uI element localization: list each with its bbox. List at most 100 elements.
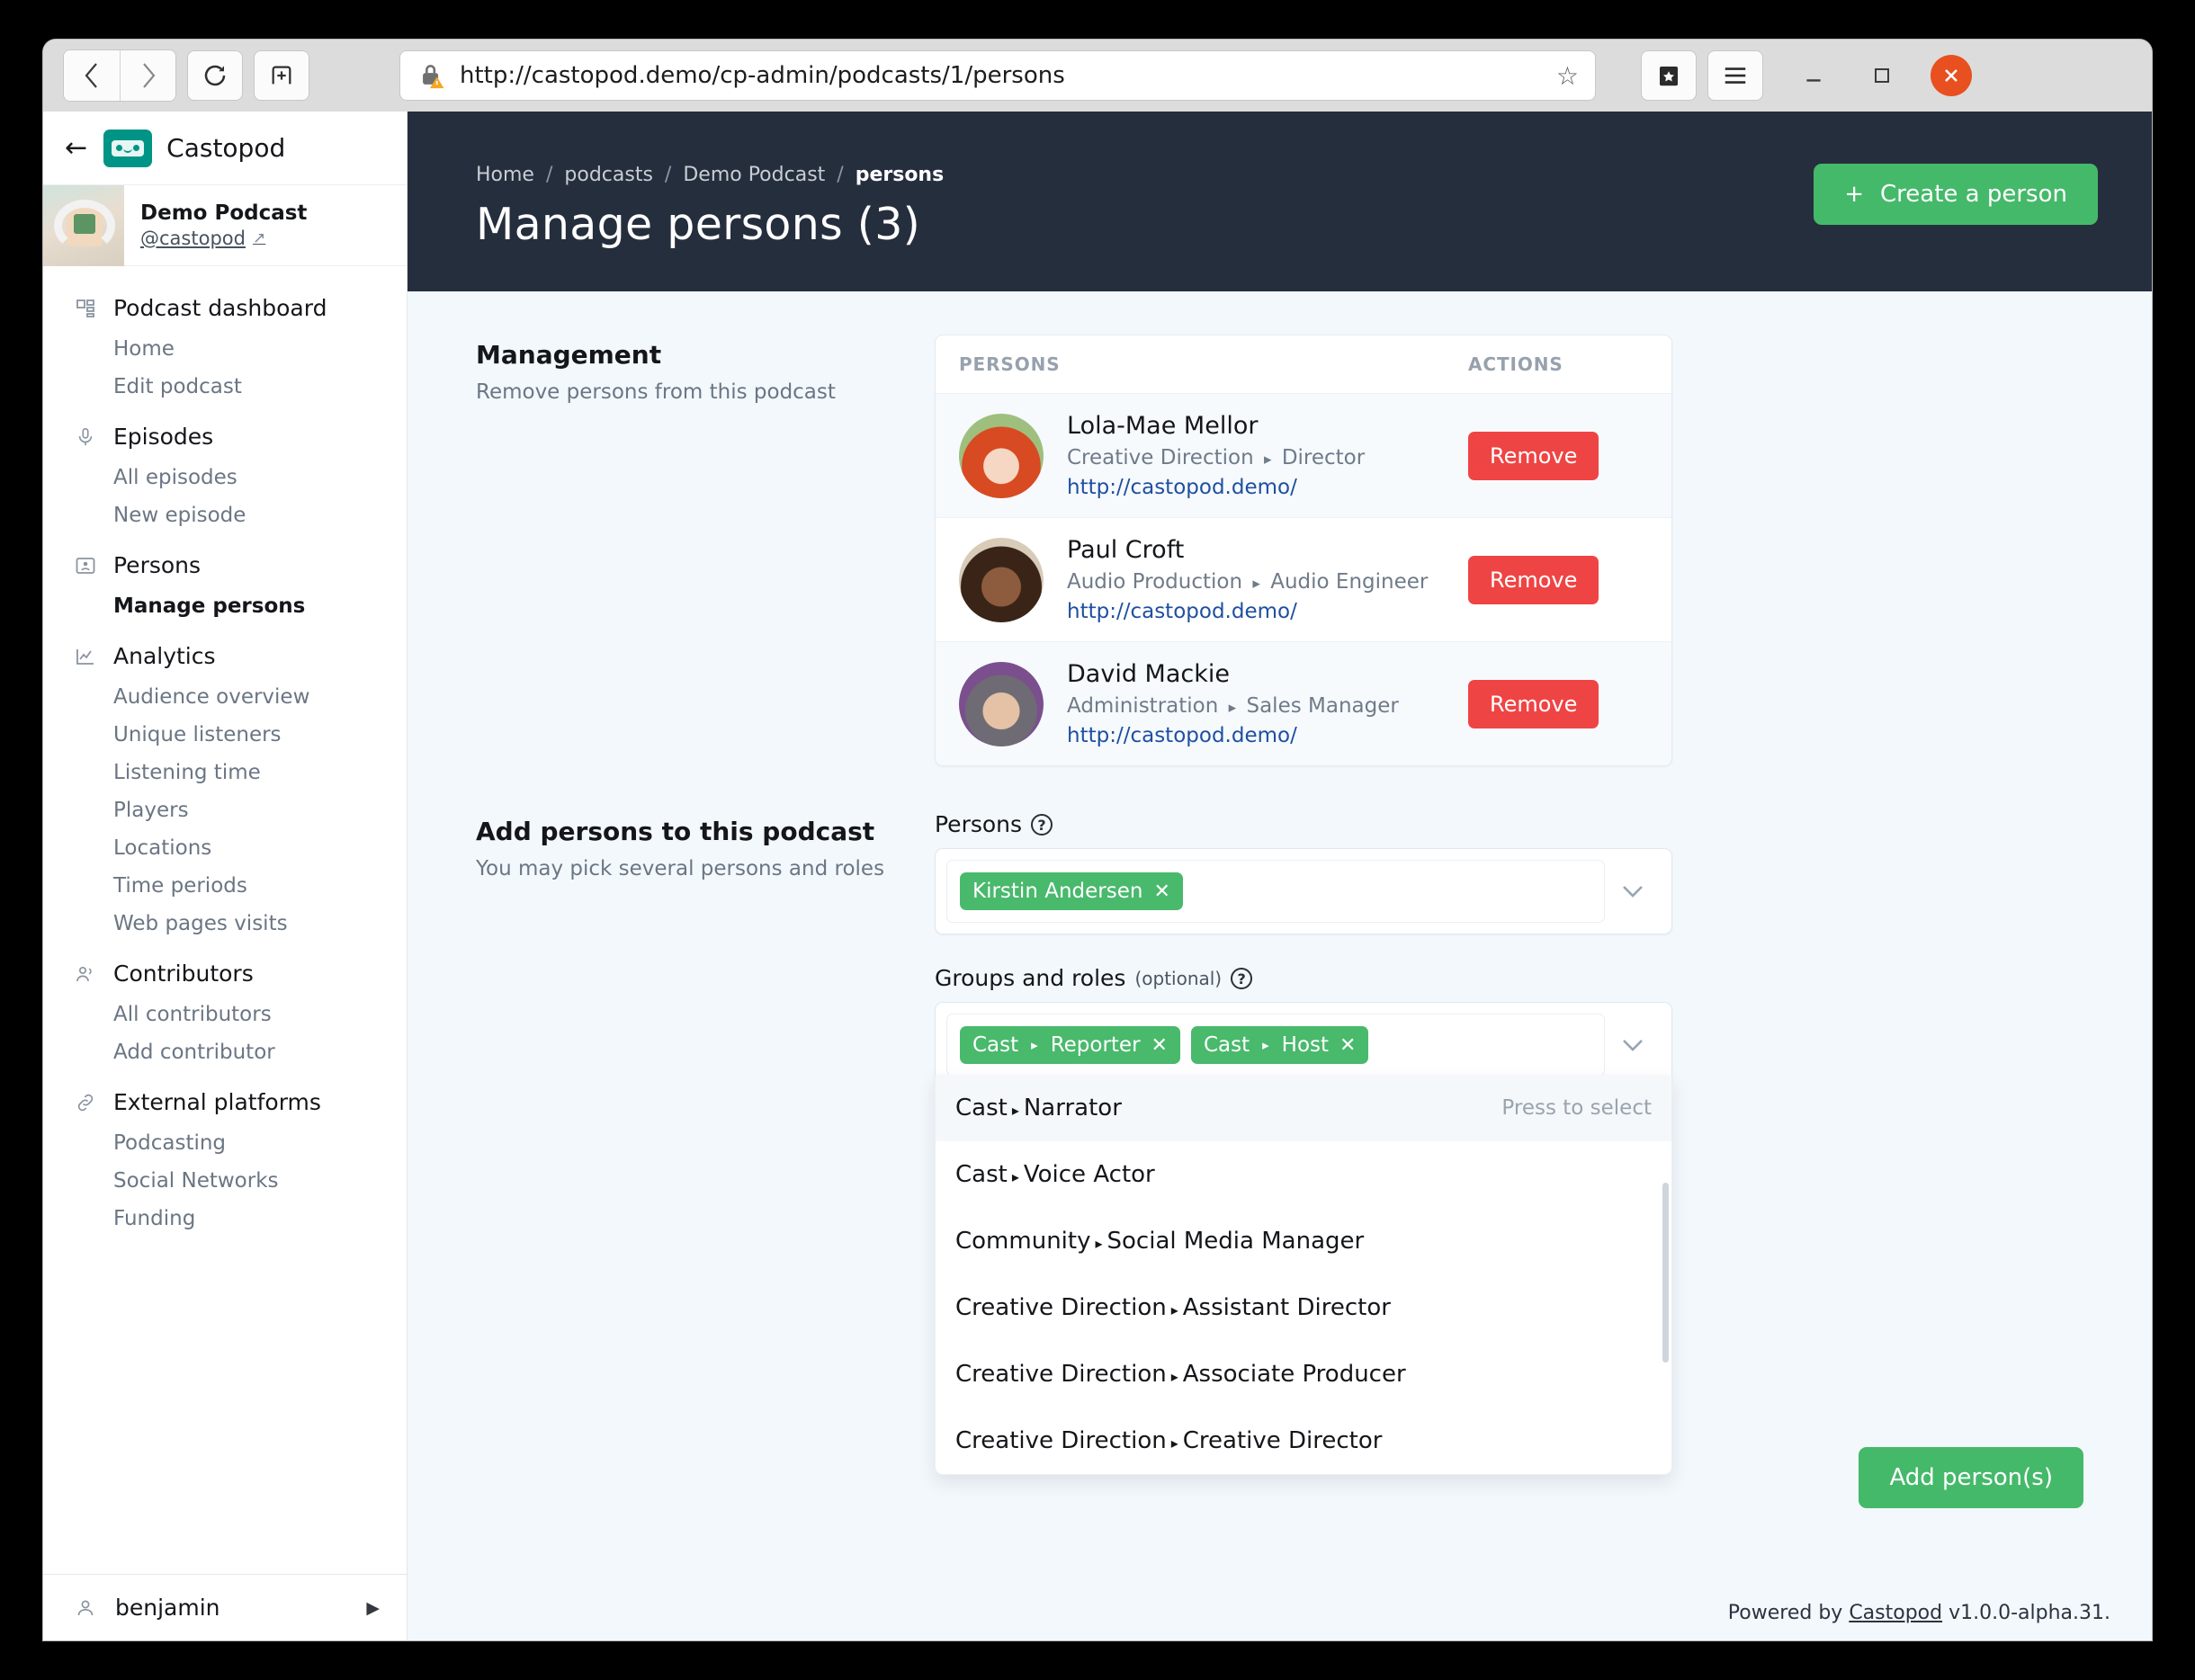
sidebar-subitem-edit-podcast[interactable]: Edit podcast <box>43 368 407 406</box>
sidebar-item-contributors[interactable]: Contributors <box>43 952 407 996</box>
footer-castopod-link[interactable]: Castopod <box>1849 1602 1942 1624</box>
groups-roles-chip-area[interactable]: Cast ▸ Reporter ✕ Cast ▸ Host ✕ <box>946 1014 1605 1077</box>
chevron-down-icon[interactable] <box>1605 883 1661 899</box>
back-button[interactable] <box>64 50 120 101</box>
hamburger-menu-icon <box>1725 67 1746 84</box>
browser-toolbar: http://castopod.demo/cp-admin/podcasts/1… <box>43 40 2152 112</box>
dropdown-option-group: Creative Direction <box>955 1294 1167 1321</box>
person-link[interactable]: http://castopod.demo/ <box>1067 476 1297 499</box>
groups-roles-dropdown[interactable]: Cast ▸ Narrator Press to select Cast ▸ Voice… <box>935 1075 1672 1475</box>
dropdown-option[interactable]: Creative Direction ▸ Associate Producer <box>936 1341 1671 1407</box>
person-group: Creative Direction <box>1067 446 1254 469</box>
sidebar-subitem-home[interactable]: Home <box>43 330 407 368</box>
sidebar-user-menu[interactable]: benjamin ▶ <box>43 1574 407 1640</box>
sidebar-subitem-unique-listeners[interactable]: Unique listeners <box>43 716 407 754</box>
url-text[interactable]: http://castopod.demo/cp-admin/podcasts/1… <box>460 62 1547 89</box>
dropdown-option[interactable]: Community ▸ Social Media Manager <box>936 1208 1671 1274</box>
chip-remove-icon[interactable]: ✕ <box>1151 1034 1168 1057</box>
dropdown-option[interactable]: Cast ▸ Narrator Press to select <box>936 1075 1671 1141</box>
podcast-title: Demo Podcast <box>140 201 308 225</box>
sidebar-subitem-players[interactable]: Players <box>43 791 407 829</box>
sidebar-item-persons[interactable]: Persons <box>43 543 407 587</box>
person-role-name: Audio Engineer <box>1270 570 1429 594</box>
sidebar-item-label: Episodes <box>113 424 214 450</box>
create-person-button[interactable]: + Create a person <box>1814 164 2098 225</box>
sidebar-subitem-audience-overview[interactable]: Audience overview <box>43 678 407 716</box>
selected-role-chip[interactable]: Cast ▸ Host ✕ <box>1190 1026 1369 1064</box>
persons-chip-area[interactable]: Kirstin Andersen ✕ <box>946 860 1605 923</box>
close-button[interactable] <box>1931 55 1972 96</box>
chevron-right-icon[interactable]: ▶ <box>366 1598 380 1618</box>
persons-table-header: PERSONS ACTIONS <box>936 335 1671 394</box>
sidebar-subitem-listening-time[interactable]: Listening time <box>43 754 407 791</box>
minimize-button[interactable] <box>1785 50 1842 101</box>
podcast-cover-image <box>43 184 124 266</box>
person-info: Paul Croft Audio Production ▸ Audio Engi… <box>1067 536 1468 623</box>
new-tab-button[interactable] <box>254 50 309 101</box>
dropdown-option[interactable]: Creative Direction ▸ Creative Director <box>936 1407 1671 1474</box>
sidebar-item-external-platforms[interactable]: External platforms <box>43 1080 407 1124</box>
sidebar-subitem-funding[interactable]: Funding <box>43 1200 407 1238</box>
sidebar-subitem-social-networks[interactable]: Social Networks <box>43 1162 407 1200</box>
person-name: Paul Croft <box>1067 536 1185 564</box>
role-separator-icon: ▸ <box>1031 1037 1038 1053</box>
sidebar-subitem-all-contributors[interactable]: All contributors <box>43 996 407 1033</box>
sidebar-subitem-web-pages-visits[interactable]: Web pages visits <box>43 905 407 943</box>
external-link-icon: ↗ <box>252 229 266 247</box>
maximize-button[interactable] <box>1853 50 1911 101</box>
podcast-card[interactable]: Demo Podcast @castopod ↗ <box>43 184 407 266</box>
add-persons-button[interactable]: Add person(s) <box>1859 1447 2083 1508</box>
menu-button[interactable] <box>1707 50 1763 101</box>
remove-button[interactable]: Remove <box>1468 555 1599 604</box>
page: ← Castopod Demo Podcast @castopod ↗ Podc… <box>43 112 2152 1640</box>
person-role-name: Sales Manager <box>1246 694 1399 718</box>
sidebar-item-episodes[interactable]: Episodes <box>43 415 407 459</box>
person-link[interactable]: http://castopod.demo/ <box>1067 600 1297 623</box>
selected-person-chip[interactable]: Kirstin Andersen ✕ <box>960 872 1183 910</box>
sidebar-back-icon[interactable]: ← <box>65 132 87 164</box>
breadcrumb-podcasts[interactable]: podcasts <box>564 164 653 186</box>
sidebar-subitem-manage-persons[interactable]: Manage persons <box>43 587 407 625</box>
sidebar-subitem-podcasting[interactable]: Podcasting <box>43 1124 407 1162</box>
remove-button[interactable]: Remove <box>1468 679 1599 728</box>
reload-button[interactable] <box>187 50 243 101</box>
remove-button[interactable]: Remove <box>1468 431 1599 480</box>
question-mark-icon[interactable]: ? <box>1231 967 1253 989</box>
breadcrumb-home[interactable]: Home <box>476 164 534 186</box>
dropdown-option[interactable]: Creative Direction ▸ Assistant Director <box>936 1274 1671 1341</box>
sidebar-item-podcast-dashboard[interactable]: Podcast dashboard <box>43 286 407 330</box>
dropdown-option[interactable]: Cast ▸ Voice Actor <box>936 1141 1671 1208</box>
sidebar-item-label: Podcast dashboard <box>113 295 327 321</box>
url-bar[interactable]: http://castopod.demo/cp-admin/podcasts/1… <box>399 50 1596 101</box>
chip-remove-icon[interactable]: ✕ <box>1153 880 1169 903</box>
groups-roles-label-text: Groups and roles <box>935 965 1126 991</box>
browser-window: http://castopod.demo/cp-admin/podcasts/1… <box>43 40 2152 1640</box>
star-icon[interactable]: ☆ <box>1556 61 1579 91</box>
selected-role-chip[interactable]: Cast ▸ Reporter ✕ <box>960 1026 1180 1064</box>
chip-group: Cast <box>972 1033 1019 1057</box>
person-group: Audio Production <box>1067 570 1243 594</box>
podcast-handle-link[interactable]: @castopod ↗ <box>140 228 265 249</box>
role-separator-icon: ▸ <box>1011 1102 1019 1119</box>
sidebar-item-label: Persons <box>113 552 202 578</box>
sidebar-item-analytics[interactable]: Analytics <box>43 634 407 678</box>
sidebar-subitem-new-episode[interactable]: New episode <box>43 496 407 534</box>
person-link[interactable]: http://castopod.demo/ <box>1067 724 1297 747</box>
nav-section-contributors: Contributors All contributors Add contri… <box>43 952 407 1071</box>
library-button[interactable] <box>1641 50 1697 101</box>
user-icon <box>70 1597 101 1619</box>
question-mark-icon[interactable]: ? <box>1031 813 1053 836</box>
breadcrumb-demo-podcast[interactable]: Demo Podcast <box>683 164 825 186</box>
sidebar-item-label: External platforms <box>113 1089 321 1115</box>
sidebar-subitem-all-episodes[interactable]: All episodes <box>43 459 407 496</box>
sidebar-subitem-add-contributor[interactable]: Add contributor <box>43 1033 407 1071</box>
role-separator-icon: ▸ <box>1095 1235 1103 1252</box>
sidebar-subitem-time-periods[interactable]: Time periods <box>43 867 407 905</box>
chevron-down-icon[interactable] <box>1605 1037 1661 1053</box>
contact-card-icon <box>70 556 101 576</box>
sidebar-subitem-locations[interactable]: Locations <box>43 829 407 867</box>
forward-button[interactable] <box>120 50 175 101</box>
dropdown-scrollbar[interactable] <box>1662 1183 1669 1363</box>
persons-multiselect[interactable]: Kirstin Andersen ✕ <box>935 848 1672 934</box>
chip-remove-icon[interactable]: ✕ <box>1339 1034 1356 1057</box>
